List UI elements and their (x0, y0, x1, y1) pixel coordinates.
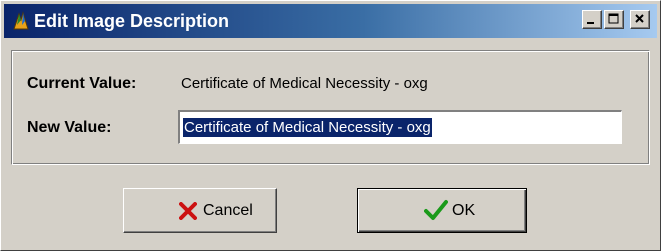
window-title: Edit Image Description (34, 11, 230, 31)
maximize-icon (608, 13, 619, 24)
red-x-icon (179, 202, 197, 220)
current-value-text: Certificate of Medical Necessity - oxg (181, 75, 428, 92)
new-value-label: New Value: (27, 119, 112, 136)
cancel-button[interactable]: Cancel (123, 188, 277, 233)
ok-button[interactable]: OK (357, 188, 527, 233)
green-check-icon (424, 200, 448, 220)
new-value-input[interactable]: Certificate of Medical Necessity - oxg (178, 110, 622, 144)
minimize-icon (587, 22, 594, 24)
minimize-button[interactable] (582, 10, 602, 29)
app-icon (11, 11, 31, 31)
maximize-button[interactable] (604, 10, 624, 29)
current-value-label: Current Value: (27, 75, 137, 92)
edit-image-description-dialog: Edit Image Description Current Value: Ce… (0, 0, 661, 251)
cancel-button-label: Cancel (203, 202, 253, 219)
new-value-selected-text: Certificate of Medical Necessity - oxg (183, 118, 432, 137)
close-icon (635, 14, 644, 23)
value-group-box (11, 50, 650, 165)
ok-button-label: OK (452, 202, 476, 219)
title-bar[interactable]: Edit Image Description (4, 4, 657, 38)
close-button[interactable] (630, 10, 650, 29)
